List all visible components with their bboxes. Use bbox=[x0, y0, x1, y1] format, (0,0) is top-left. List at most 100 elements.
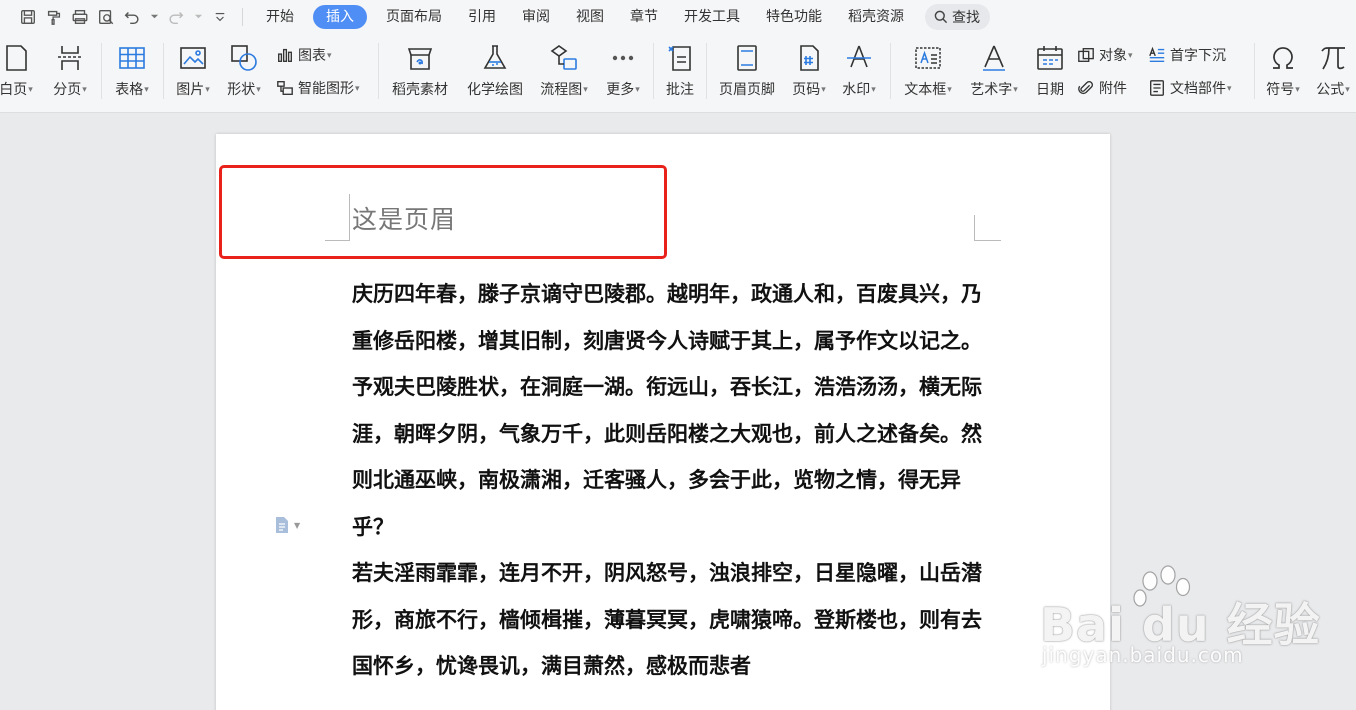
document-body[interactable]: 庆历四年春，滕子京谪守巴陵郡。越明年，政通人和，百废具兴，乃重修岳阳楼，增其旧制… bbox=[352, 271, 992, 690]
ribbon-divider bbox=[706, 43, 707, 99]
object-button[interactable]: 对象 bbox=[1077, 45, 1133, 65]
watermark-button[interactable]: 水印 bbox=[836, 33, 882, 99]
ribbon-divider bbox=[378, 43, 379, 99]
chart-label: 图表 bbox=[298, 45, 332, 65]
watermark-url-text: jingyan.baidu.com bbox=[1042, 643, 1244, 667]
main-tabs: 开始 插入 页面布局 引用 审阅 视图 章节 开发工具 特色功能 稻壳资源 bbox=[253, 4, 917, 29]
blank-page-icon bbox=[0, 41, 32, 75]
header-footer-label: 页眉页脚 bbox=[719, 82, 775, 98]
attachment-button[interactable]: 附件 bbox=[1077, 78, 1127, 98]
search-button[interactable]: 查找 bbox=[925, 3, 990, 30]
search-label: 查找 bbox=[952, 9, 980, 26]
undo-icon[interactable] bbox=[120, 5, 144, 29]
redo-icon[interactable] bbox=[164, 5, 188, 29]
shape-button[interactable]: 形状 bbox=[221, 33, 267, 99]
comment-label: 批注 bbox=[666, 82, 694, 98]
picture-icon bbox=[177, 41, 209, 75]
formula-button[interactable]: 公式 bbox=[1310, 33, 1356, 99]
menubar-divider bbox=[242, 7, 243, 26]
page-number-button[interactable]: 页码 bbox=[786, 33, 832, 99]
chem-draw-button[interactable]: 化学绘图 bbox=[462, 33, 528, 99]
header-highlight-box bbox=[219, 165, 667, 259]
tab-docer-resources[interactable]: 稻壳资源 bbox=[835, 5, 917, 29]
word-art-button[interactable]: 艺术字 bbox=[964, 33, 1024, 99]
ribbon-divider bbox=[890, 43, 891, 99]
text-box-label: 文本框 bbox=[904, 79, 952, 99]
tab-review[interactable]: 审阅 bbox=[509, 5, 563, 29]
format-painter-icon[interactable] bbox=[42, 5, 66, 29]
header-footer-button[interactable]: 页眉页脚 bbox=[714, 33, 780, 99]
object-label: 对象 bbox=[1099, 45, 1133, 65]
text-box-icon bbox=[912, 41, 944, 75]
paragraph-3[interactable]: 若夫淫雨霏霏，连月不开，阴风怒号，浊浪排空，日星隐曜，山岳潜形，商旅不行，樯倾楫… bbox=[352, 550, 992, 690]
shape-label: 形状 bbox=[227, 79, 261, 99]
chart-icon bbox=[278, 48, 292, 62]
tab-view[interactable]: 视图 bbox=[563, 5, 617, 29]
flowchart-icon bbox=[548, 41, 580, 75]
drop-cap-button[interactable]: 首字下沉 bbox=[1148, 45, 1226, 65]
menu-bar: 开始 插入 页面布局 引用 审阅 视图 章节 开发工具 特色功能 稻壳资源 查找 bbox=[0, 0, 1356, 33]
page-break-icon bbox=[54, 41, 86, 75]
table-icon bbox=[116, 41, 148, 75]
doc-parts-button[interactable]: 文档部件 bbox=[1148, 78, 1232, 98]
tab-insert[interactable]: 插入 bbox=[313, 4, 367, 29]
customize-toolbar-chevron-icon[interactable] bbox=[208, 5, 232, 29]
drop-cap-icon bbox=[1149, 46, 1165, 62]
docer-material-label: 稻壳素材 bbox=[392, 82, 448, 98]
watermark-label: 水印 bbox=[842, 79, 876, 99]
flowchart-label: 流程图 bbox=[540, 79, 588, 99]
redo-dropdown-chevron-icon[interactable] bbox=[190, 5, 206, 29]
tab-section[interactable]: 章节 bbox=[617, 5, 671, 29]
object-icon bbox=[1078, 48, 1094, 62]
more-label: 更多 bbox=[606, 79, 640, 99]
calendar-icon bbox=[1034, 41, 1066, 75]
table-button[interactable]: 表格 bbox=[108, 33, 156, 99]
date-button[interactable]: 日期 bbox=[1030, 33, 1070, 99]
tab-special-features[interactable]: 特色功能 bbox=[753, 5, 835, 29]
ribbon-toolbar: 白页 分页 表格 图片 形状 图表 智能图形 bbox=[0, 33, 1356, 113]
shape-icon bbox=[228, 41, 260, 75]
attachment-label: 附件 bbox=[1099, 81, 1127, 97]
more-button[interactable]: 更多 bbox=[600, 33, 646, 99]
tab-references[interactable]: 引用 bbox=[455, 5, 509, 29]
page-number-icon bbox=[793, 41, 825, 75]
paragraph-2[interactable]: 予观夫巴陵胜状，在洞庭一湖。衔远山，吞长江，浩浩汤汤，横无际涯，朝晖夕阴，气象万… bbox=[352, 364, 992, 550]
undo-dropdown-chevron-icon[interactable] bbox=[146, 5, 162, 29]
smart-art-button[interactable]: 智能图形 bbox=[276, 78, 360, 98]
page-break-button[interactable]: 分页 bbox=[48, 33, 92, 99]
symbol-button[interactable]: 符号 bbox=[1260, 33, 1306, 99]
more-dots-icon bbox=[607, 41, 639, 75]
chart-button[interactable]: 图表 bbox=[276, 45, 332, 65]
paragraph-layout-handle[interactable]: ▼ bbox=[274, 516, 300, 534]
formula-label: 公式 bbox=[1316, 79, 1350, 99]
omega-icon bbox=[1267, 41, 1299, 75]
symbol-label: 符号 bbox=[1266, 79, 1300, 99]
flowchart-button[interactable]: 流程图 bbox=[534, 33, 594, 99]
tab-start[interactable]: 开始 bbox=[253, 5, 307, 29]
blank-page-button[interactable]: 白页 bbox=[0, 33, 38, 99]
tab-developer-tools[interactable]: 开发工具 bbox=[671, 5, 753, 29]
drop-cap-label: 首字下沉 bbox=[1170, 48, 1226, 64]
picture-button[interactable]: 图片 bbox=[170, 33, 216, 99]
page-break-label: 分页 bbox=[53, 79, 87, 99]
comment-button[interactable]: 批注 bbox=[660, 33, 700, 99]
tab-page-layout[interactable]: 页面布局 bbox=[373, 5, 455, 29]
document-icon bbox=[276, 517, 288, 533]
picture-label: 图片 bbox=[176, 79, 210, 99]
pi-icon bbox=[1317, 41, 1349, 75]
docer-material-button[interactable]: 稻壳素材 bbox=[386, 33, 454, 99]
save-icon[interactable] bbox=[16, 5, 40, 29]
text-box-button[interactable]: 文本框 bbox=[898, 33, 958, 99]
table-label: 表格 bbox=[115, 79, 149, 99]
search-icon bbox=[934, 10, 948, 23]
word-art-label: 艺术字 bbox=[970, 79, 1018, 99]
doc-parts-icon bbox=[1150, 80, 1164, 96]
flask-icon bbox=[479, 41, 511, 75]
paragraph-1[interactable]: 庆历四年春，滕子京谪守巴陵郡。越明年，政通人和，百废具兴，乃重修岳阳楼，增其旧制… bbox=[352, 271, 992, 364]
print-preview-icon[interactable] bbox=[94, 5, 118, 29]
print-icon[interactable] bbox=[68, 5, 92, 29]
doc-parts-label: 文档部件 bbox=[1170, 78, 1232, 98]
chevron-down-icon: ▼ bbox=[294, 520, 301, 530]
word-art-icon bbox=[978, 41, 1010, 75]
chem-draw-label: 化学绘图 bbox=[467, 82, 523, 98]
